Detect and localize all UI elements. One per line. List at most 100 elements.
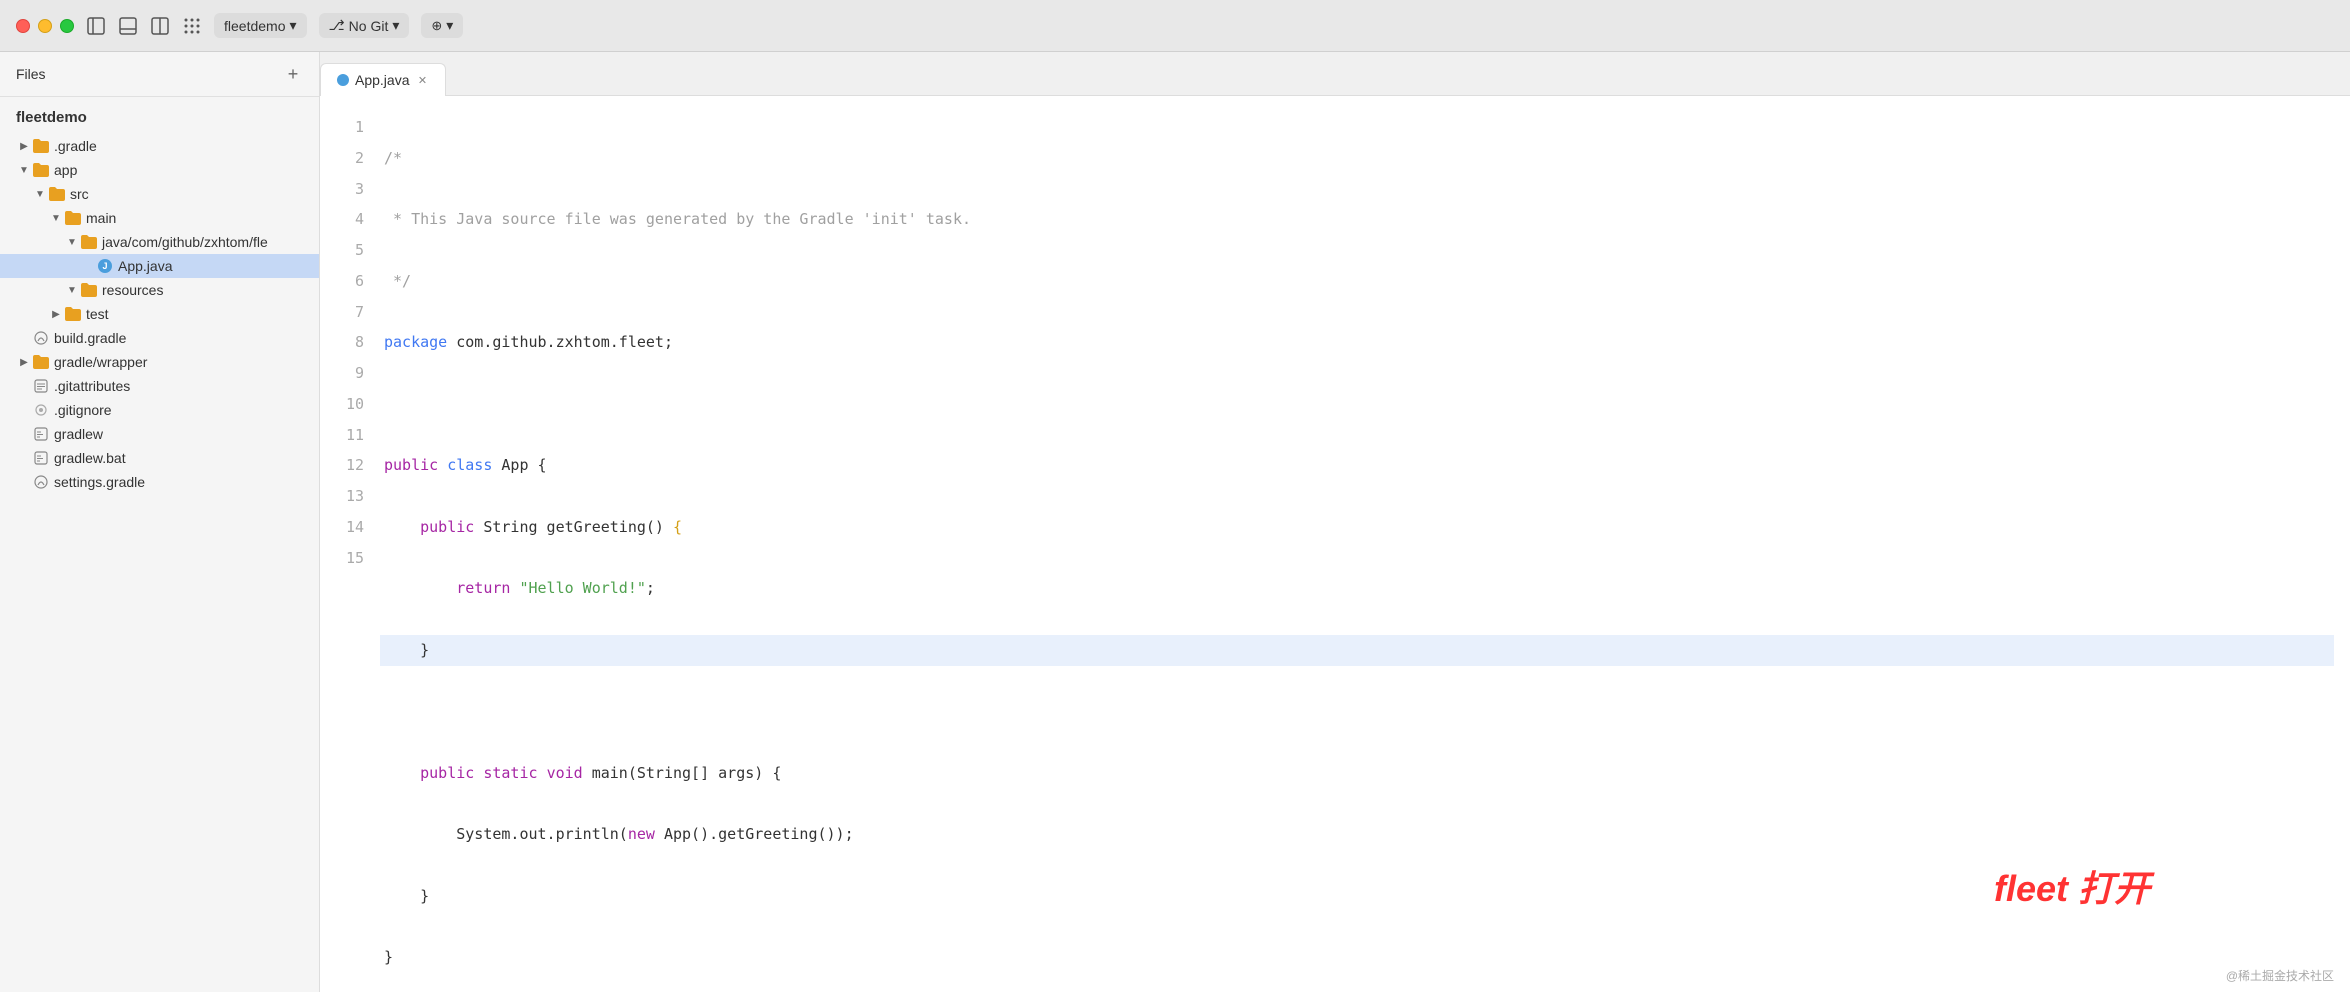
sidebar-item-build-gradle[interactable]: build.gradle <box>0 326 319 350</box>
minimize-button[interactable] <box>38 19 52 33</box>
folder-icon <box>32 353 50 371</box>
project-root[interactable]: fleetdemo <box>0 101 319 134</box>
tab-app-java[interactable]: App.java ✕ <box>320 63 446 96</box>
gradle-label: .gradle <box>54 138 97 154</box>
tab-dot <box>337 74 349 86</box>
folder-open-icon <box>48 185 66 203</box>
git-selector[interactable]: ⎇ No Git ▾ <box>319 13 410 38</box>
bottom-panel-toggle-icon[interactable] <box>118 16 138 36</box>
java-pkg-label: java/com/github/zxhtom/fle <box>102 234 268 250</box>
code-line-12: System.out.println(new App().getGreeting… <box>380 819 2334 850</box>
app-java-label: App.java <box>118 258 172 274</box>
sidebar-title: Files <box>16 66 46 82</box>
gitattributes-label: .gitattributes <box>54 378 130 394</box>
code-line-5 <box>380 389 2334 420</box>
close-button[interactable] <box>16 19 30 33</box>
chevron-down-icon: ▼ <box>64 282 80 298</box>
code-editor[interactable]: 1 2 3 4 5 6 7 8 9 10 11 12 13 14 15 /* *… <box>320 96 2350 992</box>
app-label: app <box>54 162 77 178</box>
git-ignore-icon <box>32 401 50 419</box>
sidebar-toggle-icon[interactable] <box>86 16 106 36</box>
sidebar-item-gitattributes[interactable]: .gitattributes <box>0 374 319 398</box>
script-file-icon <box>32 425 50 443</box>
project-selector[interactable]: fleetdemo ▾ <box>214 13 307 38</box>
tab-label: App.java <box>355 72 409 88</box>
sidebar-item-gradlew-bat[interactable]: gradlew.bat <box>0 446 319 470</box>
git-icon: ⎇ <box>329 17 345 34</box>
sidebar-item-src[interactable]: ▼ src <box>0 182 319 206</box>
sidebar-header: Files + <box>0 52 319 97</box>
chevron-right-icon: ▶ <box>16 138 32 154</box>
main-label: main <box>86 210 116 226</box>
git-chevron: ▾ <box>392 17 399 34</box>
sidebar: Files + fleetdemo ▶ .gradle ▼ <box>0 52 320 992</box>
gradle-file-icon <box>32 329 50 347</box>
project-name: fleetdemo <box>224 18 285 34</box>
code-line-10 <box>380 696 2334 727</box>
folder-open-icon <box>32 161 50 179</box>
settings-gradle-label: settings.gradle <box>54 474 145 490</box>
code-line-14: } <box>380 942 2334 973</box>
collab-icon: ⊕ <box>431 18 442 34</box>
sidebar-item-gradle-wrapper[interactable]: ▶ gradle/wrapper <box>0 350 319 374</box>
sidebar-item-gradlew[interactable]: gradlew <box>0 422 319 446</box>
build-gradle-label: build.gradle <box>54 330 126 346</box>
chevron-down-icon: ▼ <box>64 234 80 250</box>
bat-file-icon <box>32 449 50 467</box>
code-line-2: * This Java source file was generated by… <box>380 204 2334 235</box>
titlebar: fleetdemo ▾ ⎇ No Git ▾ ⊕ ▾ <box>0 0 2350 52</box>
sidebar-item-main[interactable]: ▼ main <box>0 206 319 230</box>
chevron-down-icon: ▼ <box>48 210 64 226</box>
split-view-icon[interactable] <box>150 16 170 36</box>
sidebar-item-gradle[interactable]: ▶ .gradle <box>0 134 319 158</box>
folder-icon <box>32 137 50 155</box>
folder-open-icon <box>80 233 98 251</box>
sidebar-item-resources[interactable]: ▼ resources <box>0 278 319 302</box>
sidebar-item-settings-gradle[interactable]: settings.gradle <box>0 470 319 494</box>
code-line-4: package com.github.zxhtom.fleet; <box>380 327 2334 358</box>
collab-selector[interactable]: ⊕ ▾ <box>421 13 463 38</box>
folder-open-icon <box>64 209 82 227</box>
code-line-8: return "Hello World!"; <box>380 573 2334 604</box>
maximize-button[interactable] <box>60 19 74 33</box>
apps-icon[interactable] <box>182 16 202 36</box>
main-layout: Files + fleetdemo ▶ .gradle ▼ <box>0 52 2350 992</box>
add-file-button[interactable]: + <box>283 64 303 84</box>
git-label: No Git <box>349 18 389 34</box>
sidebar-item-app[interactable]: ▼ app <box>0 158 319 182</box>
code-line-11: public static void main(String[] args) { <box>380 758 2334 789</box>
resources-label: resources <box>102 282 163 298</box>
folder-icon <box>64 305 82 323</box>
project-root-label: fleetdemo <box>16 109 87 126</box>
gradlew-label: gradlew <box>54 426 103 442</box>
footer-watermark: @稀土掘金技术社区 <box>2226 967 2334 984</box>
gitignore-label: .gitignore <box>54 402 112 418</box>
folder-icon <box>80 281 98 299</box>
chevron-right-icon: ▶ <box>16 354 32 370</box>
sidebar-item-java-pkg[interactable]: ▼ java/com/github/zxhtom/fle <box>0 230 319 254</box>
sidebar-item-test[interactable]: ▶ test <box>0 302 319 326</box>
code-content[interactable]: /* * This Java source file was generated… <box>372 96 2350 992</box>
traffic-lights <box>16 19 74 33</box>
tab-close-button[interactable]: ✕ <box>415 73 429 87</box>
collab-chevron: ▾ <box>446 17 453 34</box>
gradlew-bat-label: gradlew.bat <box>54 450 126 466</box>
code-line-13: } <box>380 881 2334 912</box>
code-line-9: } <box>380 635 2334 666</box>
code-line-1: /* <box>380 143 2334 174</box>
chevron-down-icon: ▼ <box>16 162 32 178</box>
line-numbers: 1 2 3 4 5 6 7 8 9 10 11 12 13 14 15 <box>320 96 372 992</box>
sidebar-item-app-java[interactable]: J App.java <box>0 254 319 278</box>
sidebar-item-gitignore[interactable]: .gitignore <box>0 398 319 422</box>
chevron-right-icon: ▶ <box>48 306 64 322</box>
settings-gradle-icon <box>32 473 50 491</box>
file-tree: fleetdemo ▶ .gradle ▼ app <box>0 97 319 992</box>
java-file-icon: J <box>96 257 114 275</box>
git-file-icon <box>32 377 50 395</box>
editor-area: App.java ✕ 1 2 3 4 5 6 7 8 9 10 11 12 13… <box>320 52 2350 992</box>
src-label: src <box>70 186 89 202</box>
project-chevron: ▾ <box>289 17 296 34</box>
code-line-7: public String getGreeting() { <box>380 512 2334 543</box>
code-line-3: */ <box>380 266 2334 297</box>
test-label: test <box>86 306 109 322</box>
